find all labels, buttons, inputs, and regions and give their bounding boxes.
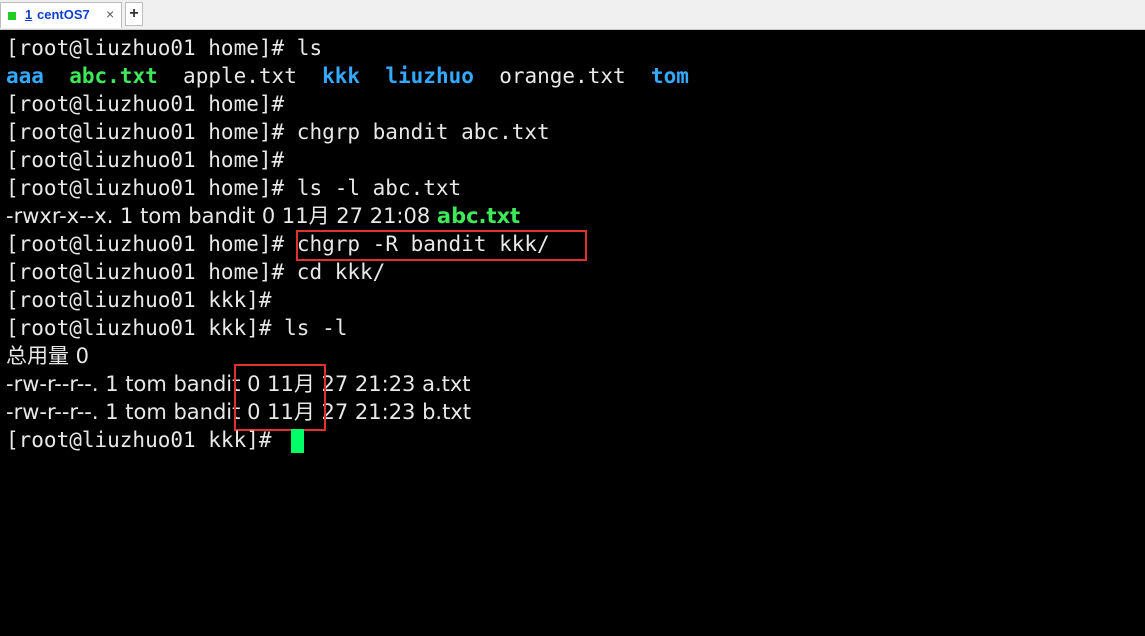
command: cd kkk/ [284, 260, 386, 284]
ls-listing-line: aaa abc.txt apple.txt kkk liuzhuo orange… [6, 62, 689, 90]
highlight-box-command [296, 230, 587, 261]
file-name: abc.txt [436, 204, 521, 228]
terminal-line: [root@liuzhuo01 home]# cd kkk/ [6, 258, 385, 286]
prompt: [root@liuzhuo01 home]# [6, 148, 285, 172]
tab-centos7[interactable]: 1 centOS7 × [0, 2, 122, 28]
prompt: [root@liuzhuo01 kkk]# [6, 316, 272, 340]
terminal-line: [root@liuzhuo01 home]# ls -l abc.txt [6, 174, 461, 202]
text-cursor [291, 429, 304, 453]
terminal-line: [root@liuzhuo01 home]# chgrp bandit abc.… [6, 118, 550, 146]
file-meta: -rw-r--r--. 1 tom [6, 372, 174, 396]
command: chgrp bandit abc.txt [284, 120, 550, 144]
file-entry-abc: abc.txt [69, 64, 158, 88]
close-tab-icon[interactable]: × [106, 6, 114, 22]
prompt: [root@liuzhuo01 home]# [6, 232, 285, 256]
prompt: [root@liuzhuo01 kkk]# [6, 428, 272, 452]
dir-entry-liuzhuo: liuzhuo [385, 64, 474, 88]
prompt: [root@liuzhuo01 home]# [6, 36, 285, 60]
tab-label: centOS7 [37, 7, 90, 22]
file-entry-orange: orange.txt [499, 64, 626, 88]
prompt: [root@liuzhuo01 home]# [6, 120, 285, 144]
connected-status-icon [8, 12, 16, 20]
tab-bar: 1 centOS7 × + [0, 0, 1145, 30]
command: ls -l abc.txt [284, 176, 462, 200]
terminal-line: [root@liuzhuo01 home]# [6, 90, 284, 118]
terminal-output[interactable]: [root@liuzhuo01 home]# ls aaa abc.txt ap… [0, 30, 1145, 636]
prompt: [root@liuzhuo01 home]# [6, 176, 285, 200]
file-meta: -rwxr-x--x. 1 tom bandit 0 11月 27 21:08 [6, 204, 437, 228]
terminal-line: [root@liuzhuo01 kkk]# [6, 286, 272, 314]
new-tab-button[interactable]: + [125, 2, 143, 26]
file-entry-apple: apple.txt [183, 64, 297, 88]
highlight-box-group [234, 364, 326, 431]
terminal-line: [root@liuzhuo01 kkk]# ls -l [6, 314, 347, 342]
dir-entry-kkk: kkk [322, 64, 361, 88]
dir-entry-tom: tom [650, 64, 689, 88]
terminal-line: [root@liuzhuo01 kkk]# [6, 426, 272, 454]
group-name: bandit [173, 372, 241, 396]
prompt: [root@liuzhuo01 home]# [6, 92, 285, 116]
terminal-line: [root@liuzhuo01 home]# ls [6, 34, 322, 62]
group-name: bandit [173, 400, 241, 424]
total-line: 总用量 0 [6, 344, 90, 368]
file-meta: -rw-r--r--. 1 tom [6, 400, 174, 424]
command: ls -l [271, 316, 348, 340]
command: ls [284, 36, 323, 60]
dir-entry-aaa: aaa [6, 64, 44, 88]
prompt: [root@liuzhuo01 kkk]# [6, 288, 272, 312]
prompt: [root@liuzhuo01 home]# [6, 260, 285, 284]
tab-number: 1 [25, 7, 33, 22]
ls-long-line: -rwxr-x--x. 1 tom bandit 0 11月 27 21:08 … [6, 202, 520, 230]
terminal-line: [root@liuzhuo01 home]# [6, 146, 284, 174]
